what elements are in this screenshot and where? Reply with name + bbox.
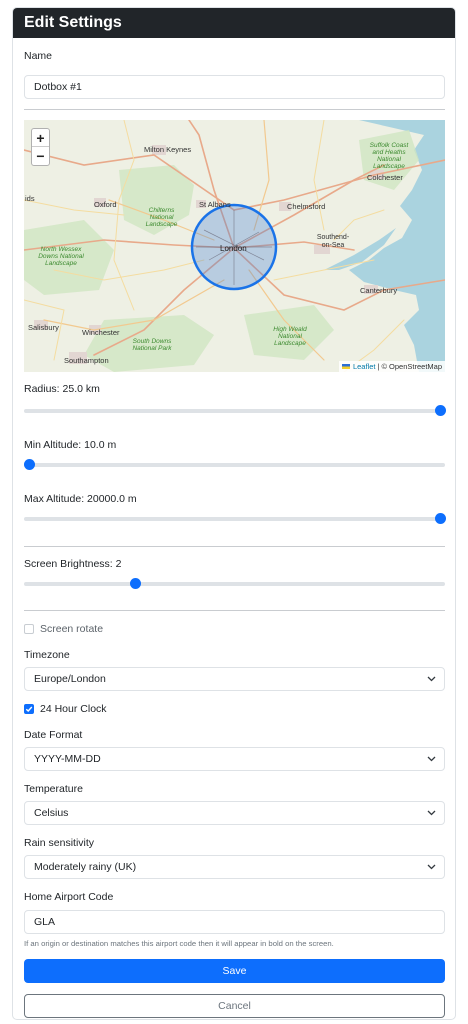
map-landscape-label: High Weald National Landscape bbox=[273, 326, 307, 347]
zoom-in-button[interactable]: + bbox=[32, 129, 49, 147]
max-altitude-label: Max Altitude: 20000.0 m bbox=[24, 493, 137, 505]
map-landscape-label: South Downs National Park bbox=[132, 338, 172, 352]
date-format-value: YYYY-MM-DD bbox=[34, 753, 101, 765]
name-input[interactable] bbox=[24, 75, 445, 99]
map-label: Milton Keynes bbox=[144, 145, 192, 154]
zoom-out-button[interactable]: − bbox=[32, 147, 49, 165]
rain-sensitivity-value: Moderately rainy (UK) bbox=[34, 861, 137, 873]
map-label: Salisbury bbox=[28, 323, 59, 332]
slider-thumb[interactable] bbox=[129, 578, 141, 589]
ukraine-flag-icon bbox=[341, 364, 350, 369]
map-label: Southampton bbox=[64, 356, 109, 365]
timezone-label: Timezone bbox=[24, 649, 70, 661]
radius-slider[interactable] bbox=[24, 405, 446, 417]
screen-rotate-label: Screen rotate bbox=[40, 623, 104, 635]
map-label: Chelmsford bbox=[287, 202, 326, 211]
name-label: Name bbox=[24, 50, 53, 62]
timezone-select[interactable]: Europe/London bbox=[24, 667, 445, 691]
divider bbox=[24, 109, 445, 110]
openstreetmap-link[interactable]: OpenStreetMap bbox=[389, 362, 442, 371]
airport-help-text: If an origin or destination matches this… bbox=[24, 939, 334, 948]
brightness-label: Screen Brightness: 2 bbox=[24, 558, 122, 570]
min-altitude-label: Min Altitude: 10.0 m bbox=[24, 439, 117, 451]
map[interactable]: + − Milton Keynes Oxford St Albans Colch… bbox=[24, 120, 445, 372]
map-label: Southend-on-Sea bbox=[316, 234, 350, 249]
card-header: Edit Settings bbox=[13, 8, 455, 38]
map-label: St Albans bbox=[199, 200, 231, 209]
date-format-label: Date Format bbox=[24, 729, 83, 741]
screen-rotate-checkbox[interactable]: Screen rotate bbox=[24, 623, 103, 635]
chevron-down-icon bbox=[426, 748, 436, 770]
map-landscape-label: Suffolk Coast and Heaths National Landsc… bbox=[369, 142, 409, 170]
map-landscape-label: North Wessex Downs National Landscape bbox=[38, 246, 84, 267]
map-label: London bbox=[220, 244, 247, 253]
airport-input[interactable] bbox=[24, 910, 445, 934]
slider-track bbox=[24, 582, 445, 586]
map-label: Colchester bbox=[367, 173, 403, 182]
clock24-checkbox[interactable]: 24 Hour Clock bbox=[24, 703, 107, 715]
temperature-select[interactable]: Celsius bbox=[24, 801, 445, 825]
page-title: Edit Settings bbox=[24, 14, 122, 31]
slider-thumb[interactable] bbox=[435, 405, 446, 416]
clock24-label: 24 Hour Clock bbox=[40, 703, 107, 715]
map-landscape-label: Chilterns National Landscape bbox=[145, 207, 178, 228]
slider-track bbox=[24, 517, 445, 521]
slider-track bbox=[24, 463, 445, 467]
map-attribution: Leaflet | © OpenStreetMap bbox=[338, 361, 445, 372]
map-label: Canterbury bbox=[360, 286, 398, 295]
airport-label: Home Airport Code bbox=[24, 891, 114, 903]
slider-track bbox=[24, 409, 445, 413]
divider bbox=[24, 610, 445, 611]
zoom-control: + − bbox=[31, 128, 50, 166]
temperature-value: Celsius bbox=[34, 807, 69, 819]
slider-thumb[interactable] bbox=[24, 459, 35, 470]
chevron-down-icon bbox=[426, 668, 436, 690]
checkbox-box[interactable] bbox=[24, 624, 34, 634]
checkbox-box[interactable] bbox=[24, 704, 34, 714]
save-button[interactable]: Save bbox=[24, 959, 445, 983]
checkmark-icon bbox=[25, 706, 33, 713]
settings-card: Edit Settings Name Dotbox #1 + − Milton … bbox=[12, 7, 456, 1020]
radius-label: Radius: 25.0 km bbox=[24, 383, 100, 395]
max-altitude-slider[interactable] bbox=[24, 513, 446, 525]
map-label: Oxford bbox=[94, 200, 117, 209]
divider bbox=[24, 546, 445, 547]
temperature-label: Temperature bbox=[24, 783, 83, 795]
rain-sensitivity-label: Rain sensitivity bbox=[24, 837, 95, 849]
map-label: Winchester bbox=[82, 328, 120, 337]
map-label: ids bbox=[25, 194, 35, 203]
rain-sensitivity-select[interactable]: Moderately rainy (UK) bbox=[24, 855, 445, 879]
attribution-separator: | © bbox=[377, 362, 388, 371]
chevron-down-icon bbox=[426, 856, 436, 878]
brightness-slider[interactable] bbox=[24, 578, 445, 590]
cancel-button[interactable]: Cancel bbox=[24, 994, 445, 1018]
slider-thumb[interactable] bbox=[435, 513, 446, 524]
min-altitude-slider[interactable] bbox=[24, 459, 445, 471]
date-format-select[interactable]: YYYY-MM-DD bbox=[24, 747, 445, 771]
chevron-down-icon bbox=[426, 802, 436, 824]
timezone-value: Europe/London bbox=[34, 673, 106, 685]
leaflet-link[interactable]: Leaflet bbox=[353, 362, 376, 371]
settings-form: Name Dotbox #1 + − Milton Keynes Oxford … bbox=[13, 38, 455, 1019]
